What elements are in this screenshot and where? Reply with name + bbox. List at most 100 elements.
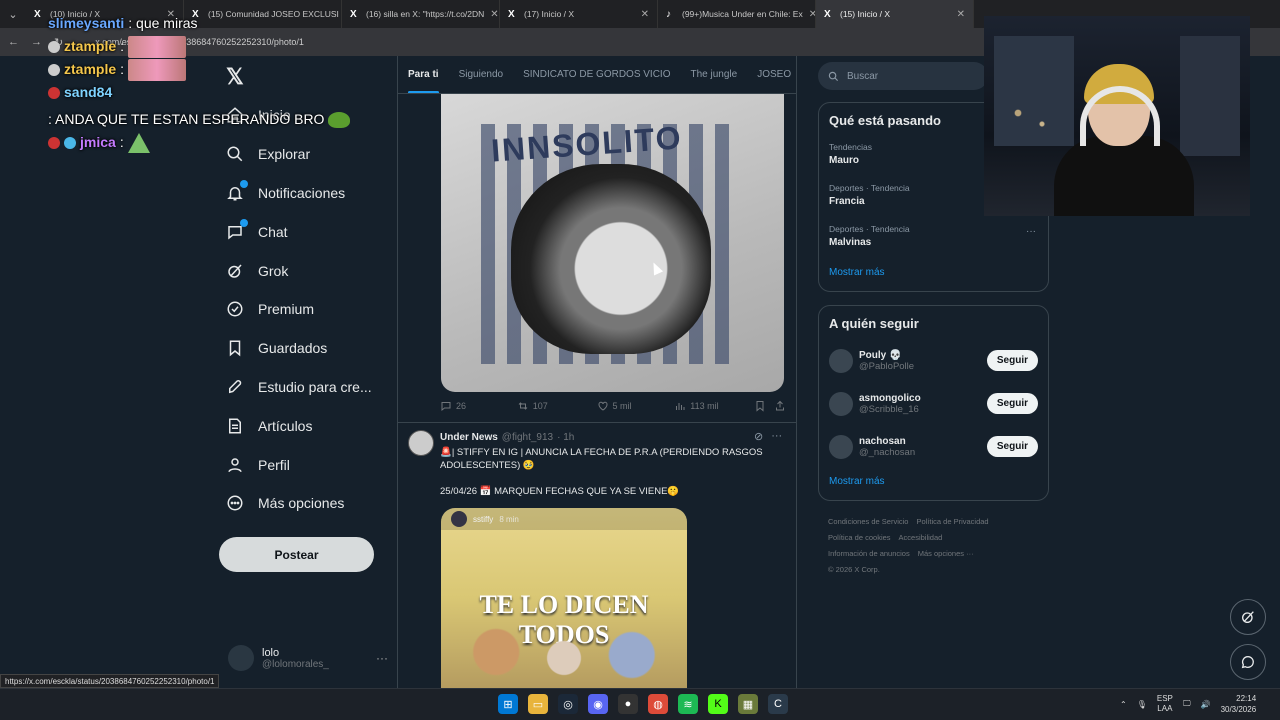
browser-tab-5[interactable]: ♪ (99+)Musica Under en Chile: Ex ✕ (658, 0, 816, 28)
tab-the-jungle[interactable]: The jungle (681, 56, 748, 93)
language-indicator[interactable]: ESP LAA (1157, 694, 1173, 714)
microphone-icon[interactable]: 🎙 (1137, 700, 1147, 709)
follow-suggestion[interactable]: Pouly 💀 @PabloPolle Seguir (819, 339, 1048, 382)
premium-icon (226, 300, 244, 318)
tweet-media[interactable]: sstiffy 8 min TE LO DICEN TODOS (441, 508, 687, 688)
tab-joseo[interactable]: JOSEO (747, 56, 796, 93)
repost-button[interactable]: 107 (517, 400, 597, 412)
heart-icon (598, 401, 608, 411)
search-input[interactable]: Buscar (818, 62, 988, 90)
more-dots-icon[interactable]: ··· (1026, 226, 1036, 237)
avatar[interactable] (829, 434, 853, 459)
tweet-author-name[interactable]: Under News (440, 432, 498, 443)
nav-item-guardados[interactable]: Guardados (222, 329, 392, 368)
views-button[interactable]: 113 mil (674, 400, 754, 412)
nav-item-articulos[interactable]: Artículos (222, 406, 392, 445)
more-dots-icon[interactable]: ··· (376, 651, 388, 665)
views-icon (676, 403, 685, 410)
reply-button[interactable]: 26 (440, 400, 517, 412)
show-more-trends-link[interactable]: Mostrar más (819, 259, 1048, 290)
volume-icon[interactable]: 🔊 (1201, 700, 1211, 709)
frog-emote-icon (328, 111, 351, 128)
footer-link[interactable]: Política de Privacidad (916, 517, 988, 526)
windows-start-icon[interactable]: ⊞ (498, 694, 518, 714)
grok-icon[interactable]: ⊘ (754, 430, 763, 443)
forward-arrow-icon[interactable]: → (31, 36, 42, 48)
spotify-icon[interactable]: ≋ (678, 694, 698, 714)
close-icon[interactable]: ✕ (641, 9, 649, 20)
post-button[interactable]: Postear (219, 537, 374, 572)
avatar[interactable] (408, 430, 434, 456)
close-icon[interactable]: ✕ (957, 9, 965, 20)
tab-search-button[interactable]: ⌄ (0, 0, 26, 28)
account-handle: @lolomorales_ (262, 658, 329, 670)
close-icon[interactable]: ✕ (809, 9, 815, 20)
avatar[interactable] (829, 391, 853, 416)
share-button[interactable] (774, 400, 786, 412)
trend-category: Deportes · Tendencia (829, 224, 910, 234)
tab-siguiendo[interactable]: Siguiendo (449, 56, 513, 93)
network-icon[interactable]: 🖵 (1183, 699, 1191, 709)
follow-button[interactable]: Seguir (986, 436, 1038, 457)
column-divider (397, 56, 398, 688)
nav-label: Notificaciones (258, 184, 346, 201)
chat-text: : ANDA QUE TE ESTAN ESPERANDO BRO (48, 111, 325, 127)
nav-item-notificaciones[interactable]: Notificaciones (222, 174, 392, 213)
tab-sindicato[interactable]: SINDICATO DE GORDOS VICIO (513, 56, 680, 93)
nav-item-mas-opciones[interactable]: Más opciones (222, 484, 392, 523)
nav-item-perfil[interactable]: Perfil (222, 445, 392, 484)
steam-icon[interactable]: ◎ (558, 694, 578, 714)
browser-tab-4[interactable]: X (17) Inicio / X ✕ (500, 0, 658, 28)
footer-link[interactable]: Política de cookies (828, 533, 891, 542)
show-more-follow-link[interactable]: Mostrar más (819, 468, 1048, 499)
like-button[interactable]: 5 mil (597, 400, 675, 412)
messages-float-button[interactable] (1230, 644, 1266, 680)
avatar[interactable] (829, 348, 853, 373)
chrome-icon[interactable]: ◍ (648, 694, 668, 714)
footer-link[interactable]: Accesibilidad (899, 533, 943, 542)
clock[interactable]: 22:14 30/3/2026 (1221, 693, 1257, 715)
trend-item[interactable]: Deportes · Tendencia Malvinas ··· (819, 218, 1048, 259)
file-explorer-icon[interactable]: ▭ (528, 694, 548, 714)
badge-icon (48, 63, 60, 76)
bookmark-button[interactable] (754, 400, 774, 412)
footer-copyright: © 2026 X Corp. (828, 565, 880, 574)
footer-link[interactable]: Información de anuncios (828, 549, 910, 558)
follow-handle: @PabloPolle (859, 360, 915, 372)
column-divider (796, 56, 797, 688)
follow-suggestion[interactable]: asmongolico @Scribble_16 Seguir (819, 382, 1048, 425)
close-icon[interactable]: ✕ (490, 9, 498, 20)
nav-item-chat[interactable]: Chat (222, 212, 392, 251)
system-tray: ⌃ 🎙 ESP LAA 🖵 🔊 22:14 30/3/2026 (1120, 693, 1256, 715)
repost-count: 107 (532, 401, 548, 411)
follow-button[interactable]: Seguir (986, 350, 1038, 371)
tab-para-ti[interactable]: Para ti (398, 56, 449, 93)
tweet-time[interactable]: · 1h (557, 432, 574, 443)
follow-button[interactable]: Seguir (986, 393, 1038, 414)
follow-suggestion[interactable]: nachosan @_nachosan Seguir (819, 425, 1048, 468)
back-arrow-icon[interactable]: ← (8, 36, 19, 48)
obs-icon[interactable]: ● (618, 694, 638, 714)
footer-link[interactable]: Condiciones de Servicio (828, 517, 908, 526)
discord-icon[interactable]: ◉ (588, 694, 608, 714)
nav-label: Premium (258, 301, 315, 318)
tweet-author-handle[interactable]: @fight_913 (502, 432, 553, 443)
follow-name: Pouly 💀 (859, 349, 902, 361)
chevron-up-icon[interactable]: ⌃ (1120, 700, 1127, 709)
tweet-photo[interactable]: INNSOLITO (441, 94, 784, 392)
reply-count: 26 (456, 401, 467, 411)
footer-link[interactable]: Más opciones ··· (918, 549, 974, 558)
kick-icon[interactable]: K (708, 694, 728, 714)
ccleaner-icon[interactable]: C (768, 694, 788, 714)
nav-item-grok[interactable]: Grok (222, 251, 392, 290)
grok-float-button[interactable] (1230, 599, 1266, 635)
game-icon[interactable]: ▦ (738, 694, 758, 714)
browser-tab-6[interactable]: X (15) Inicio / X ✕ (816, 0, 974, 28)
account-switcher[interactable]: lolo @lolomorales_ ··· (228, 645, 388, 671)
grok-icon (226, 262, 244, 280)
more-dots-icon[interactable]: ··· (771, 430, 782, 443)
chat-username: jmica (80, 134, 116, 150)
nav-item-premium[interactable]: Premium (222, 290, 392, 329)
trend-name: Malvinas (829, 237, 872, 248)
nav-item-estudio[interactable]: Estudio para cre... (222, 368, 392, 407)
